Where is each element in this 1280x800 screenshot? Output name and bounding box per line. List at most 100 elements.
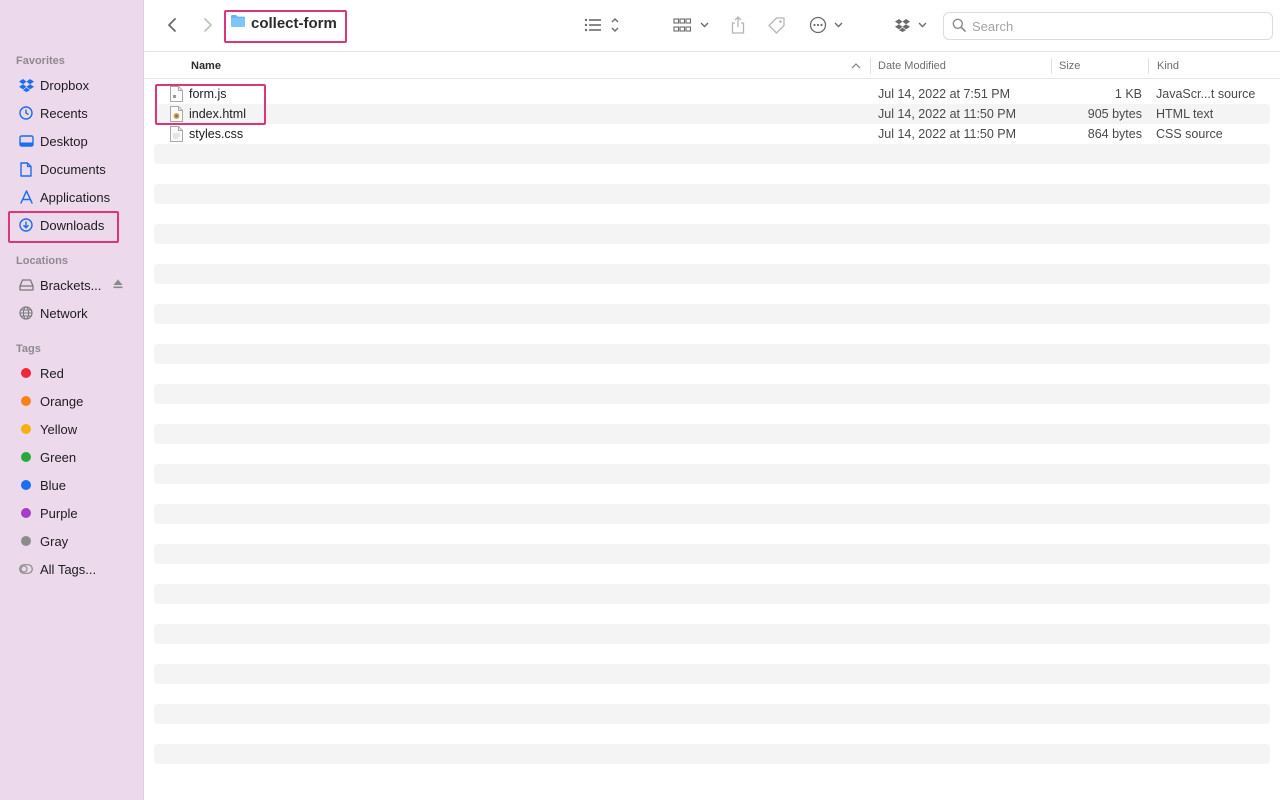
sidebar-item-applications[interactable]: Applications xyxy=(10,184,136,210)
empty-row xyxy=(154,684,1270,704)
dropbox-menu-button[interactable] xyxy=(894,12,932,40)
sidebar-item-label: Yellow xyxy=(40,421,78,437)
file-list: form.js Jul 14, 2022 at 7:51 PM 1 KB Jav… xyxy=(154,84,1270,800)
sidebar-tag-yellow[interactable]: Yellow xyxy=(10,416,136,442)
sidebar-item-label: Dropbox xyxy=(40,77,90,93)
yellow-tag-dot-icon xyxy=(18,421,34,437)
file-date-cell: Jul 14, 2022 at 11:50 PM xyxy=(878,107,1017,121)
group-button[interactable] xyxy=(672,12,712,40)
sidebar-item-network[interactable]: Network xyxy=(10,300,136,326)
toolbar: collect-form xyxy=(144,0,1280,52)
drive-icon xyxy=(18,277,34,293)
column-header: Name Date Modified Size Kind xyxy=(144,53,1280,79)
empty-row xyxy=(154,364,1270,384)
file-row-index-html[interactable]: index.html Jul 14, 2022 at 11:50 PM 905 … xyxy=(154,104,1270,124)
tag-button[interactable] xyxy=(766,12,788,40)
ellipsis-circle-icon xyxy=(809,16,845,37)
folder-title-text: collect-form xyxy=(251,14,337,32)
sidebar-item-desktop[interactable]: Desktop xyxy=(10,128,136,154)
share-button[interactable] xyxy=(728,12,748,40)
file-size-cell: 905 bytes xyxy=(1087,107,1142,121)
column-divider[interactable] xyxy=(870,58,871,74)
folder-path-title[interactable]: collect-form xyxy=(230,14,337,32)
red-tag-dot-icon xyxy=(18,365,34,381)
file-kind-cell: HTML text xyxy=(1156,107,1214,121)
empty-row xyxy=(154,324,1270,344)
dropbox-toolbar-icon xyxy=(895,17,931,36)
file-kind-cell: JavaScr...t source xyxy=(1156,87,1256,101)
sidebar-item-brackets[interactable]: Brackets... xyxy=(10,272,136,298)
column-name-header[interactable]: Name xyxy=(191,53,221,79)
column-divider[interactable] xyxy=(1148,58,1149,74)
empty-row xyxy=(154,484,1270,504)
sidebar-tag-blue[interactable]: Blue xyxy=(10,472,136,498)
empty-row xyxy=(154,284,1270,304)
sidebar-item-label: Blue xyxy=(40,477,67,493)
css-file-icon xyxy=(170,126,183,142)
sidebar-tag-gray[interactable]: Gray xyxy=(10,528,136,554)
more-actions-button[interactable] xyxy=(808,12,846,40)
globe-icon xyxy=(18,305,34,321)
sidebar-tag-red[interactable]: Red xyxy=(10,360,136,386)
sidebar-item-label: Recents xyxy=(40,105,88,121)
sidebar: Favorites Dropbox Recents Desktop Docume… xyxy=(0,0,144,800)
sidebar-item-label: All Tags... xyxy=(40,561,97,577)
sidebar-item-label: Purple xyxy=(40,505,78,521)
green-tag-dot-icon xyxy=(18,449,34,465)
file-name-text: form.js xyxy=(189,87,227,101)
column-date-header[interactable]: Date Modified xyxy=(878,53,946,79)
empty-row xyxy=(154,624,1270,644)
grid-group-icon xyxy=(673,17,711,36)
share-icon xyxy=(730,15,746,37)
empty-row xyxy=(154,244,1270,264)
forward-button[interactable] xyxy=(198,12,218,40)
clock-icon xyxy=(18,105,34,121)
empty-row xyxy=(154,344,1270,364)
file-row-styles-css[interactable]: styles.css Jul 14, 2022 at 11:50 PM 864 … xyxy=(154,124,1270,144)
back-button[interactable] xyxy=(162,12,182,40)
file-name-text: styles.css xyxy=(189,127,244,141)
column-divider[interactable] xyxy=(1051,58,1052,74)
column-size-header[interactable]: Size xyxy=(1059,53,1080,79)
sidebar-all-tags[interactable]: All Tags... xyxy=(10,556,136,582)
empty-row xyxy=(154,644,1270,664)
empty-row xyxy=(154,704,1270,724)
file-size-cell: 1 KB xyxy=(1114,87,1142,101)
eject-icon[interactable] xyxy=(112,278,124,290)
favorites-section-title: Favorites xyxy=(16,55,65,67)
sidebar-item-label: Brackets... xyxy=(40,277,102,293)
desktop-icon xyxy=(18,133,34,149)
search-field[interactable] xyxy=(943,12,1273,40)
sort-ascending-icon[interactable] xyxy=(851,53,861,79)
empty-row xyxy=(154,404,1270,424)
empty-row xyxy=(154,224,1270,244)
sidebar-item-label: Green xyxy=(40,449,77,465)
sidebar-item-recents[interactable]: Recents xyxy=(10,100,136,126)
sidebar-item-dropbox[interactable]: Dropbox xyxy=(10,72,136,98)
empty-row xyxy=(154,584,1270,604)
sidebar-item-downloads[interactable]: Downloads xyxy=(10,212,136,238)
empty-row xyxy=(154,544,1270,564)
empty-row xyxy=(154,164,1270,184)
file-name-cell: styles.css xyxy=(170,124,243,144)
empty-row xyxy=(154,384,1270,404)
search-input[interactable] xyxy=(972,18,1262,34)
file-row-form-js[interactable]: form.js Jul 14, 2022 at 7:51 PM 1 KB Jav… xyxy=(154,84,1270,104)
empty-row xyxy=(154,184,1270,204)
gray-tag-dot-icon xyxy=(18,533,34,549)
sidebar-tag-orange[interactable]: Orange xyxy=(10,388,136,414)
view-options-button[interactable] xyxy=(582,12,622,40)
all-tags-icon xyxy=(18,561,34,577)
column-kind-header[interactable]: Kind xyxy=(1157,53,1179,79)
sidebar-item-documents[interactable]: Documents xyxy=(10,156,136,182)
empty-row xyxy=(154,464,1270,484)
sidebar-tag-green[interactable]: Green xyxy=(10,444,136,470)
sidebar-tag-purple[interactable]: Purple xyxy=(10,500,136,526)
empty-row xyxy=(154,504,1270,524)
search-icon xyxy=(952,18,966,35)
sidebar-item-label: Downloads xyxy=(40,217,105,233)
orange-tag-dot-icon xyxy=(18,393,34,409)
empty-row xyxy=(154,664,1270,684)
tags-section-title: Tags xyxy=(16,343,41,355)
file-name-text: index.html xyxy=(189,107,246,121)
